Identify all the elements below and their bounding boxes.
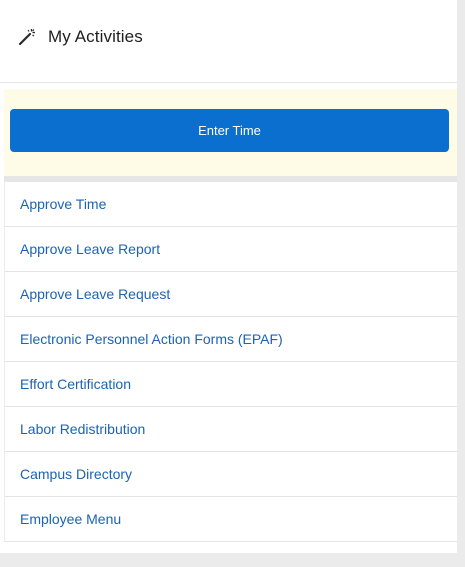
effort-certification-link[interactable]: Effort Certification <box>20 376 131 392</box>
approve-time-link[interactable]: Approve Time <box>20 196 106 212</box>
list-item: Campus Directory <box>5 452 458 497</box>
approve-leave-report-link[interactable]: Approve Leave Report <box>20 241 160 257</box>
activities-menu: Approve Time Approve Leave Report Approv… <box>4 182 458 542</box>
panel-header: My Activities <box>0 0 457 83</box>
approve-leave-request-link[interactable]: Approve Leave Request <box>20 286 170 302</box>
employee-menu-link[interactable]: Employee Menu <box>20 511 121 527</box>
panel-bottom-edge <box>0 553 465 567</box>
panel-header-content: My Activities <box>18 27 143 47</box>
list-item: Approve Leave Report <box>5 227 458 272</box>
list-item: Approve Time <box>5 182 458 227</box>
primary-action-band: Enter Time <box>4 89 457 176</box>
labor-redistribution-link[interactable]: Labor Redistribution <box>20 421 145 437</box>
list-item: Effort Certification <box>5 362 458 407</box>
list-item: Approve Leave Request <box>5 272 458 317</box>
list-item: Electronic Personnel Action Forms (EPAF) <box>5 317 458 362</box>
scroll-gutter <box>457 0 465 567</box>
epaf-link[interactable]: Electronic Personnel Action Forms (EPAF) <box>20 331 283 347</box>
magic-wand-icon <box>18 28 36 46</box>
list-item: Labor Redistribution <box>5 407 458 452</box>
campus-directory-link[interactable]: Campus Directory <box>20 466 132 482</box>
page-title: My Activities <box>48 27 143 46</box>
enter-time-button[interactable]: Enter Time <box>10 109 449 152</box>
list-item: Employee Menu <box>5 497 458 542</box>
my-activities-panel: My Activities Enter Time Approve Time Ap… <box>0 0 465 567</box>
